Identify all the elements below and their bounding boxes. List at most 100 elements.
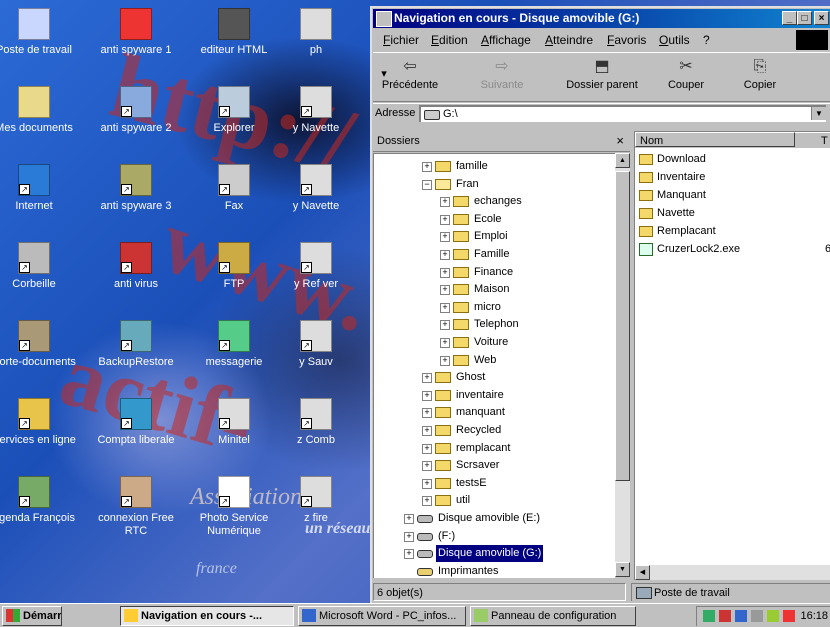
- expand-icon[interactable]: +: [422, 443, 432, 454]
- desktop-icon-briefcase[interactable]: ↗ Porte-documents: [0, 320, 78, 369]
- expand-icon[interactable]: +: [440, 355, 450, 366]
- maximize-button[interactable]: □: [797, 11, 812, 25]
- desktop-icon-agenda[interactable]: ↗ agenda François: [0, 476, 78, 525]
- desktop-icon-internet-explorer[interactable]: ↗ Internet: [0, 164, 78, 213]
- connection-icon: ↗: [120, 476, 152, 508]
- menu-favoris[interactable]: Favoris: [607, 30, 646, 50]
- tray-antivirus-icon[interactable]: [767, 610, 779, 622]
- desktop-icon-app[interactable]: ↗ y Navette: [272, 86, 360, 135]
- expand-icon[interactable]: +: [422, 478, 432, 489]
- folder-icon: [639, 208, 653, 219]
- expand-icon[interactable]: +: [440, 285, 450, 296]
- taskbar-button[interactable]: Microsoft Word - PC_infos...: [298, 606, 466, 626]
- expand-icon[interactable]: +: [440, 197, 450, 208]
- tree-scrollbar[interactable]: ▲ ▼: [615, 153, 630, 577]
- menu-fichier[interactable]: Fichier: [383, 30, 419, 50]
- expand-icon[interactable]: +: [422, 162, 432, 172]
- address-dropdown[interactable]: ▼: [811, 107, 826, 120]
- expand-icon[interactable]: +: [422, 426, 432, 436]
- desktop-icon-fax[interactable]: ↗ Fax: [190, 164, 278, 213]
- forward-arrow-icon: ⇨: [495, 58, 509, 75]
- desktop-icon-my-documents[interactable]: Mes documents: [0, 86, 78, 135]
- desktop-icon-shield-user[interactable]: ↗ anti spyware 3: [92, 164, 180, 213]
- parent-folder-button[interactable]: ⬒ Dossier parent: [559, 55, 645, 91]
- expand-icon[interactable]: +: [422, 408, 432, 419]
- back-dropdown[interactable]: ▾: [379, 67, 389, 80]
- desktop-icon-spyware-scan[interactable]: ↗ anti spyware 2: [92, 86, 180, 135]
- desktop-icon-folder[interactable]: ↗ Services en ligne: [0, 398, 78, 447]
- tray-za-icon[interactable]: [783, 610, 795, 622]
- taskbar-button[interactable]: Panneau de configuration: [470, 606, 636, 626]
- printer-icon: [417, 567, 433, 576]
- close-button[interactable]: ×: [814, 11, 829, 25]
- desktop-icon-se-spyware[interactable]: anti spyware 1: [92, 8, 180, 57]
- folder-icon: [435, 477, 451, 489]
- expand-icon[interactable]: +: [422, 373, 432, 384]
- tray-volume-icon[interactable]: [719, 610, 731, 622]
- desktop-icon-label: z Comb: [297, 434, 335, 446]
- tray-lock-icon[interactable]: [751, 610, 763, 622]
- desktop-icon-connection[interactable]: ↗ connexion Free RTC: [92, 476, 180, 538]
- expand-icon[interactable]: +: [440, 338, 450, 348]
- desktop-icon-app[interactable]: ph: [272, 8, 360, 57]
- expand-icon[interactable]: +: [440, 214, 450, 225]
- column-name[interactable]: Nom: [635, 132, 795, 147]
- horizontal-scrollbar[interactable]: ◀: [635, 565, 830, 580]
- column-size[interactable]: T: [795, 132, 830, 147]
- expand-icon[interactable]: +: [440, 250, 450, 260]
- copy-button[interactable]: ⎘ Copier: [725, 55, 795, 91]
- desktop-icon-accounting[interactable]: ↗ Compta liberale: [92, 398, 180, 447]
- expand-icon[interactable]: +: [422, 390, 432, 401]
- expand-icon[interactable]: +: [440, 232, 450, 243]
- forward-button[interactable]: ⇨ Suivante: [467, 55, 537, 91]
- desktop-icon-photo-service[interactable]: ↗ Photo Service Numérique: [190, 476, 278, 538]
- desktop-icon-bug[interactable]: editeur HTML: [190, 8, 278, 57]
- expand-icon[interactable]: +: [422, 496, 432, 507]
- menu-atteindre[interactable]: Atteindre: [545, 30, 593, 50]
- folder-icon: [453, 354, 469, 366]
- desktop-icon-app[interactable]: ↗ z fire: [272, 476, 360, 525]
- desktop-icon-minitel[interactable]: ↗ Minitel: [190, 398, 278, 447]
- desktop-icon-my-computer[interactable]: Poste de travail: [0, 8, 78, 57]
- taskbar-button[interactable]: Navigation en cours -...: [120, 606, 294, 626]
- expand-icon[interactable]: +: [440, 302, 450, 313]
- minimize-button[interactable]: _: [782, 11, 797, 25]
- expand-icon[interactable]: +: [440, 320, 450, 331]
- scroll-thumb[interactable]: [615, 171, 630, 481]
- desktop-icon-app[interactable]: ↗ y Sauv: [272, 320, 360, 369]
- menu-affichage[interactable]: Affichage: [481, 30, 531, 50]
- scroll-down-button[interactable]: ▼: [615, 562, 630, 577]
- scroll-up-button[interactable]: ▲: [615, 153, 630, 168]
- desktop-icon-backup[interactable]: ↗ BackupRestore: [92, 320, 180, 369]
- desktop-icon-label: y Navette: [292, 122, 340, 134]
- expand-icon[interactable]: +: [404, 531, 414, 542]
- tray-network-icon[interactable]: [703, 610, 715, 622]
- desktop-icon-app[interactable]: ↗ y Navette: [272, 164, 360, 213]
- desktop-icon-app[interactable]: ↗ y Ref ver: [272, 242, 360, 291]
- explorer-icon: [124, 609, 138, 622]
- desktop-icon-app[interactable]: ↗ z Comb: [272, 398, 360, 447]
- cut-button[interactable]: ✂ Couper: [651, 55, 721, 91]
- desktop-icon-label: anti virus: [113, 278, 159, 290]
- expand-icon[interactable]: +: [404, 549, 414, 560]
- tree-item-label: Famille: [474, 248, 510, 260]
- menu-help[interactable]: ?: [703, 30, 710, 50]
- expand-icon[interactable]: +: [440, 267, 450, 278]
- tray-app-icon[interactable]: [735, 610, 747, 622]
- collapse-icon[interactable]: −: [422, 179, 432, 190]
- menu-edition[interactable]: Edition: [431, 30, 468, 50]
- close-icon[interactable]: ×: [616, 131, 624, 151]
- folder-icon: [453, 196, 469, 208]
- start-button[interactable]: Démarrer: [2, 606, 62, 626]
- desktop-icon-messenger[interactable]: ↗ messagerie: [190, 320, 278, 369]
- desktop-icon-recycle-bin[interactable]: ↗ Corbeille: [0, 242, 78, 291]
- desktop-icon-explorer[interactable]: ↗ Explorer: [190, 86, 278, 135]
- desktop-icon-ftp[interactable]: ↗ FTP: [190, 242, 278, 291]
- scroll-left-button[interactable]: ◀: [635, 565, 650, 580]
- expand-icon[interactable]: +: [404, 514, 414, 524]
- desktop-icon-antivirus[interactable]: ↗ anti virus: [92, 242, 180, 291]
- address-input[interactable]: G:\ ▼: [419, 105, 826, 122]
- menu-outils[interactable]: Outils: [659, 30, 690, 50]
- expand-icon[interactable]: +: [422, 461, 432, 472]
- title-bar[interactable]: Navigation en cours - Disque amovible (G…: [373, 9, 830, 28]
